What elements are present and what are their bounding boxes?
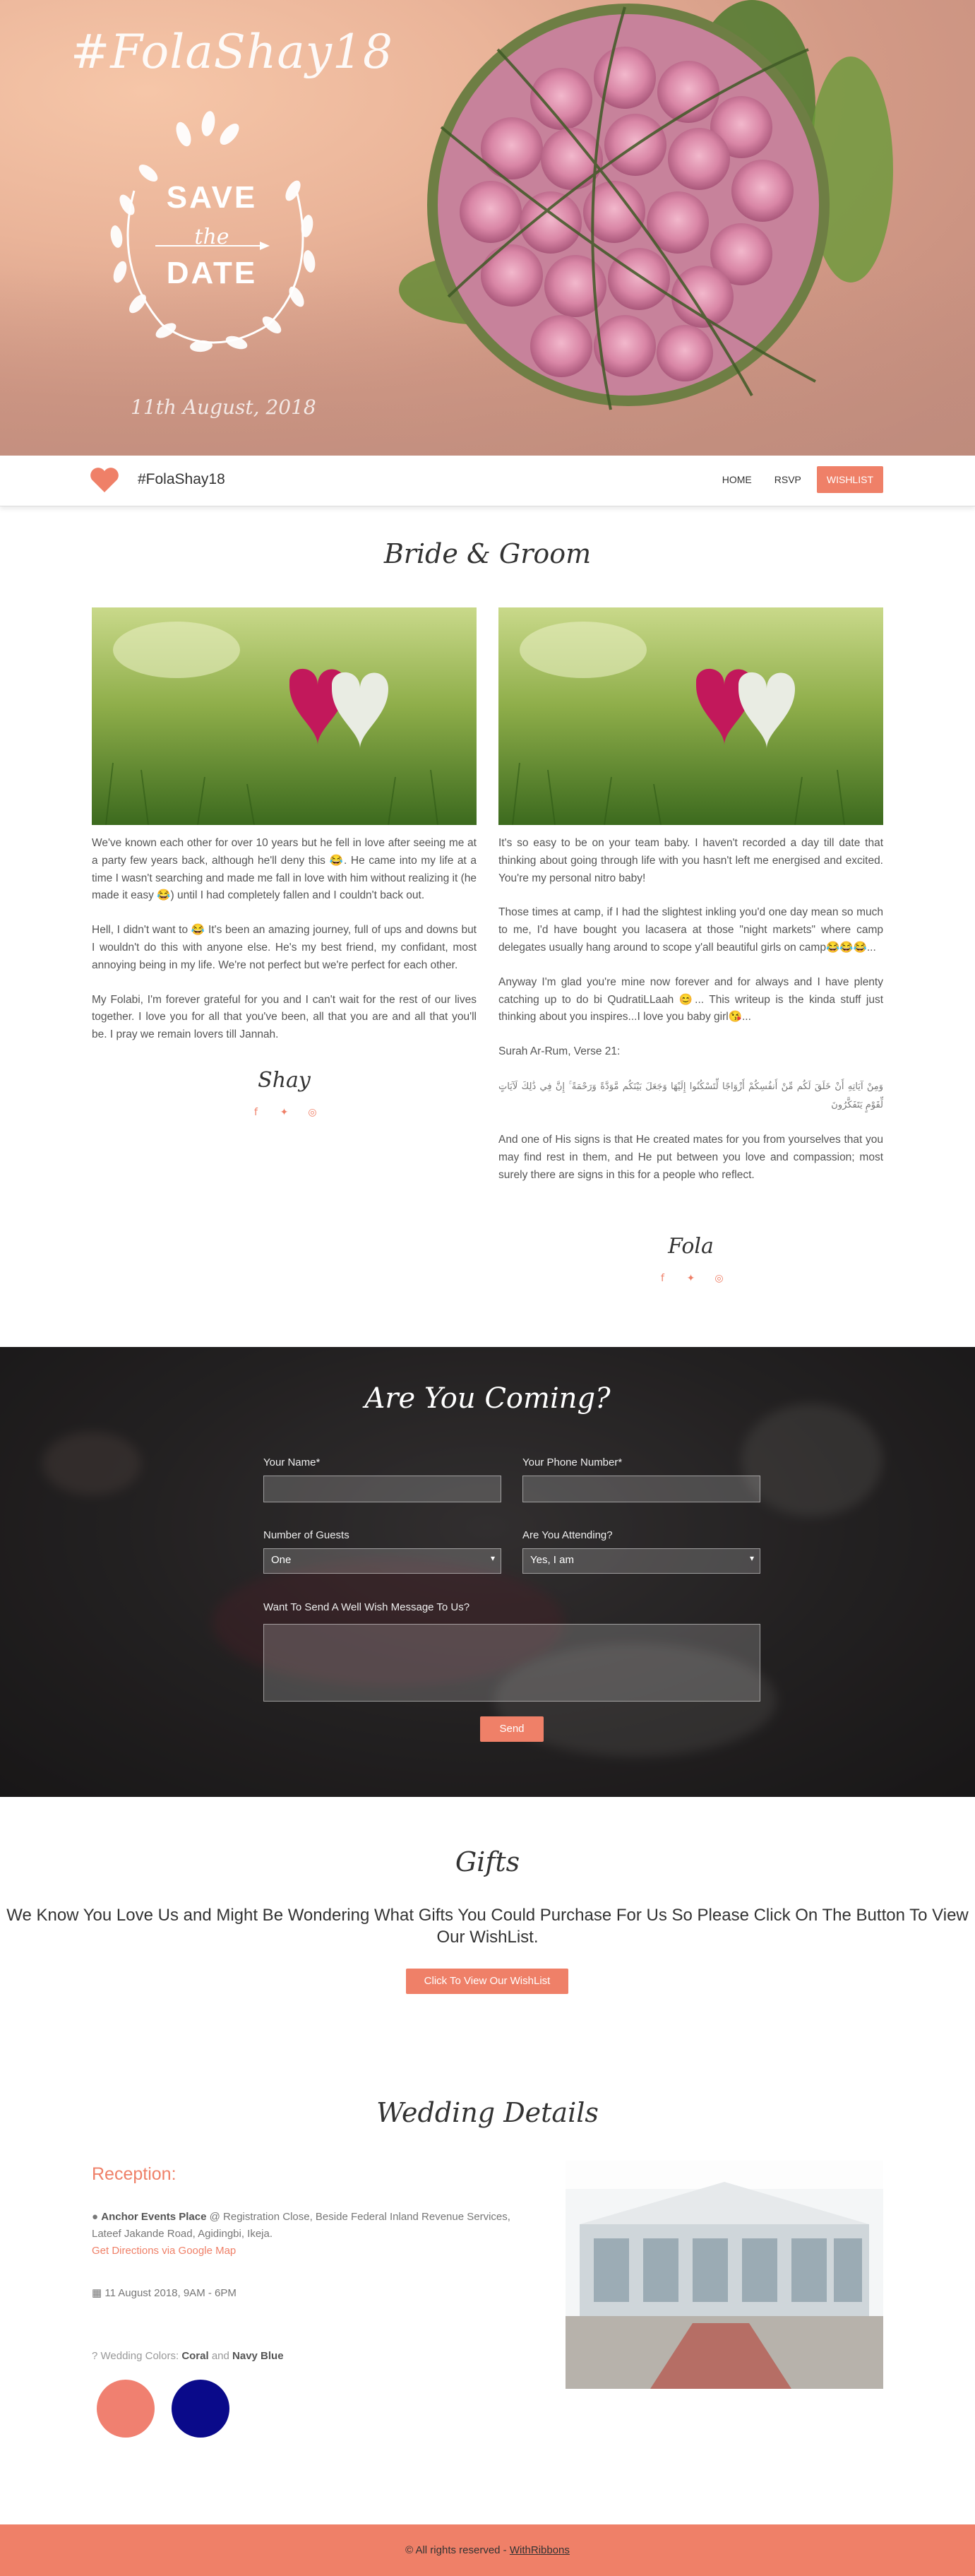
coral-swatch	[97, 2380, 155, 2438]
nav-link-rsvp[interactable]: RSVP	[767, 467, 808, 492]
groom-paragraph: It's so easy to be on your team baby. I …	[498, 837, 883, 884]
navbar: #FolaShay18 HOME RSVP WISHLIST	[0, 456, 975, 506]
nav-link-wishlist[interactable]: WISHLIST	[816, 466, 883, 493]
send-button[interactable]: Send	[480, 1716, 544, 1742]
name-input[interactable]	[263, 1476, 501, 1502]
rsvp-section: Are You Coming? Your Name* Your Phone Nu…	[0, 1347, 975, 1797]
color2-name: Navy Blue	[232, 2350, 284, 2362]
location-pin-icon: ●	[92, 2211, 99, 2223]
attending-label: Are You Attending?	[522, 1529, 613, 1541]
venue-photo	[566, 2161, 883, 2389]
facebook-icon[interactable]: f	[658, 1273, 668, 1284]
color1-name: Coral	[181, 2350, 209, 2362]
facebook-icon[interactable]: f	[251, 1107, 261, 1118]
bride-paragraph: Hell, I didn't want to 😂 It's been an am…	[92, 924, 477, 971]
attending-select[interactable]: Yes, I am	[522, 1548, 760, 1574]
footer: © All rights reserved - WithRibbons	[0, 2524, 975, 2576]
view-wishlist-button[interactable]: Click To View Our WishList	[406, 1969, 568, 1994]
twitter-icon[interactable]: ✦	[686, 1273, 696, 1284]
nav-links: HOME RSVP WISHLIST	[715, 466, 883, 493]
calendar-icon: ▦	[92, 2287, 102, 2299]
message-label: Want To Send A Well Wish Message To Us?	[263, 1601, 470, 1613]
phone-label: Your Phone Number*	[522, 1456, 623, 1468]
gifts-title: Gifts	[455, 1846, 520, 1877]
hero-wedding-date: 11th August, 2018	[131, 396, 316, 419]
question-circle-icon: ?	[92, 2350, 98, 2362]
rose-bouquet-image	[399, 0, 893, 410]
bride-groom-title: Bride & Groom	[383, 538, 592, 569]
wedding-details-section: Wedding Details Reception: ● Anchor Even…	[0, 2094, 975, 2524]
groom-social-links: f ✦ ◎	[498, 1273, 883, 1284]
wedding-colors: ? Wedding Colors: Coral and Navy Blue	[92, 2350, 284, 2362]
bride-paragraph: We've known each other for over 10 years…	[92, 837, 477, 902]
gifts-text: We Know You Love Us and Might Be Wonderi…	[6, 1906, 969, 1947]
groom-paragraph: Anyway I'm glad you're mine now forever …	[498, 975, 883, 1023]
bride-photo	[92, 607, 477, 825]
directions-link[interactable]: Get Directions via Google Map	[92, 2245, 236, 2257]
venue-name: Anchor Events Place	[101, 2211, 207, 2223]
twitter-icon[interactable]: ✦	[280, 1107, 289, 1118]
footer-link[interactable]: WithRibbons	[510, 2544, 570, 2556]
bride-signature: Shay	[258, 1068, 311, 1093]
instagram-icon[interactable]: ◎	[714, 1273, 724, 1284]
rsvp-title: Are You Coming?	[364, 1382, 611, 1415]
instagram-icon[interactable]: ◎	[308, 1107, 318, 1118]
footer-text: © All rights reserved -	[405, 2544, 507, 2556]
groom-paragraph: Surah Ar-Rum, Verse 21:	[498, 1045, 621, 1058]
wedding-details-title: Wedding Details	[376, 2097, 599, 2128]
groom-message: It's so easy to be on your team baby. I …	[498, 835, 883, 1201]
phone-input[interactable]	[522, 1476, 760, 1502]
navy-blue-swatch	[172, 2380, 229, 2438]
nav-brand[interactable]: #FolaShay18	[138, 471, 225, 488]
groom-paragraph: Those times at camp, if I had the slight…	[498, 906, 883, 954]
message-textarea[interactable]	[263, 1624, 760, 1702]
hero-hashtag: #FolaShay18	[71, 25, 394, 79]
event-datetime: ▦ 11 August 2018, 9AM - 6PM	[92, 2286, 237, 2299]
bride-social-links: f ✦ ◎	[92, 1107, 477, 1118]
wedding-colors-prefix: Wedding Colors:	[100, 2350, 179, 2362]
bride-paragraph: My Folabi, I'm forever grateful for you …	[92, 993, 477, 1041]
name-label: Your Name*	[263, 1456, 321, 1468]
reception-heading: Reception:	[92, 2164, 177, 2184]
nav-link-home[interactable]: HOME	[715, 467, 759, 492]
save-text: SAVE	[166, 180, 258, 215]
date-text: DATE	[166, 256, 258, 290]
event-datetime-text: 11 August 2018, 9AM - 6PM	[104, 2287, 237, 2299]
heart-icon[interactable]	[89, 465, 120, 494]
groom-photo	[498, 607, 883, 825]
wedding-colors-and: and	[211, 2350, 229, 2362]
the-text: the	[194, 225, 229, 249]
guests-label: Number of Guests	[263, 1529, 349, 1541]
guests-selected: One	[271, 1554, 292, 1566]
quran-verse-translation: And one of His signs is that He created …	[498, 1133, 883, 1181]
groom-signature: Fola	[668, 1234, 714, 1259]
bride-message: We've known each other for over 10 years…	[92, 835, 477, 1061]
attending-selected: Yes, I am	[530, 1554, 574, 1566]
venue-address: ● Anchor Events Place @ Registration Clo…	[92, 2209, 530, 2260]
bride-groom-section: Bride & Groom We've known each other for…	[0, 506, 975, 1347]
quran-verse-arabic: وَمِنْ آيَاتِهِ أَنْ خَلَقَ لَكُم مِّنْ …	[498, 1081, 883, 1110]
gifts-section: Gifts We Know You Love Us and Might Be W…	[0, 1797, 975, 2094]
guests-select[interactable]: One	[263, 1548, 501, 1574]
hero-banner: #FolaShay18 SAVE the DATE 11th August, 2…	[0, 0, 975, 456]
